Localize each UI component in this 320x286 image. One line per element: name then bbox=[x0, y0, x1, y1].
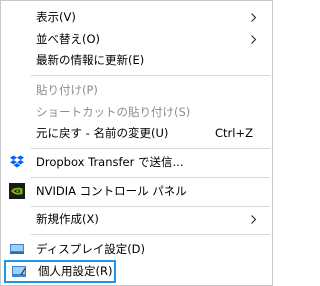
menu-item-sort[interactable]: 並べ替え(O) bbox=[3, 28, 270, 50]
menu-item-label: ディスプレイ設定(D) bbox=[36, 242, 146, 256]
menu-item-label: 最新の情報に更新(E) bbox=[36, 53, 145, 67]
personalize-icon bbox=[12, 266, 26, 277]
menu-item-refresh[interactable]: 最新の情報に更新(E) bbox=[3, 49, 270, 71]
menu-item-paste: 貼り付け(P) bbox=[3, 79, 270, 101]
menu-separator bbox=[31, 206, 270, 207]
menu-item-paste-shortcut: ショートカットの貼り付け(S) bbox=[3, 101, 270, 123]
menu-item-personalize[interactable]: 個人用設定(R) bbox=[4, 260, 116, 283]
menu-item-label: ショートカットの貼り付け(S) bbox=[36, 105, 191, 119]
menu-item-label: Dropbox Transfer で送信... bbox=[36, 155, 184, 169]
menu-item-undo-rename[interactable]: 元に戻す - 名前の変更(U) Ctrl+Z bbox=[3, 122, 270, 144]
menu-item-view[interactable]: 表示(V) bbox=[3, 6, 270, 28]
menu-item-display-settings[interactable]: ディスプレイ設定(D) bbox=[3, 238, 270, 260]
menu-item-label: 並べ替え(O) bbox=[36, 32, 101, 46]
menu-item-new[interactable]: 新規作成(X) bbox=[3, 208, 270, 230]
chevron-right-icon bbox=[251, 13, 256, 22]
menu-item-label: 貼り付け(P) bbox=[36, 83, 98, 97]
menu-item-label: NVIDIA コントロール パネル bbox=[36, 184, 187, 198]
context-menu: 表示(V) 並べ替え(O) 最新の情報に更新(E) 貼り付け(P) ショートカッ… bbox=[0, 0, 273, 286]
menu-item-nvidia-control-panel[interactable]: NVIDIA コントロール パネル bbox=[3, 180, 270, 202]
menu-item-label: 個人用設定(R) bbox=[38, 264, 113, 278]
menu-separator bbox=[31, 148, 270, 149]
nvidia-icon bbox=[9, 183, 25, 199]
menu-item-label: 新規作成(X) bbox=[36, 212, 99, 226]
menu-separator bbox=[31, 75, 270, 76]
menu-separator bbox=[31, 177, 270, 178]
menu-item-label: 元に戻す - 名前の変更(U) bbox=[36, 126, 169, 140]
menu-item-dropbox-transfer[interactable]: Dropbox Transfer で送信... bbox=[3, 151, 270, 173]
display-settings-icon bbox=[10, 244, 24, 254]
menu-item-label: 表示(V) bbox=[36, 10, 76, 24]
chevron-right-icon bbox=[251, 35, 256, 44]
menu-separator bbox=[31, 234, 270, 235]
dropbox-icon bbox=[10, 155, 24, 168]
chevron-right-icon bbox=[251, 215, 256, 224]
menu-item-shortcut: Ctrl+Z bbox=[215, 126, 253, 140]
